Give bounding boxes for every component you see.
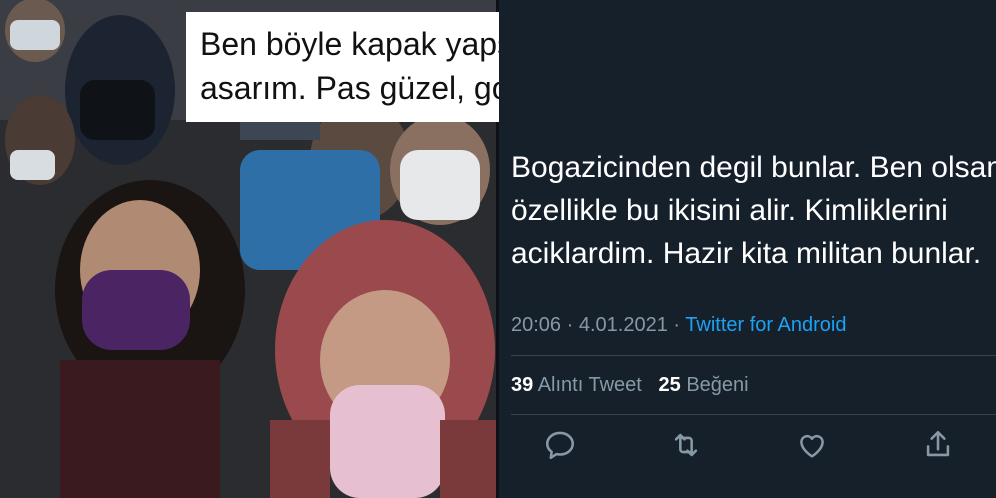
- tweet-meta: 20:06 · 4.01.2021 · Twitter for Android: [511, 314, 846, 337]
- quote-count: 39: [511, 374, 534, 396]
- tweet-panel: Bogazicinden degil bunlar. Ben olsam öze…: [499, 0, 996, 498]
- like-count: 25: [658, 374, 681, 396]
- like-button[interactable]: [795, 428, 829, 462]
- share-icon: [926, 430, 950, 457]
- quote-label: Alıntı Tweet: [537, 374, 642, 396]
- tweet-actions: [543, 428, 983, 468]
- retweet-icon: [674, 433, 698, 457]
- meta-separator: ·: [673, 314, 681, 336]
- divider-line: [511, 414, 996, 415]
- retweet-button[interactable]: [669, 428, 703, 462]
- tweet-date[interactable]: 4.01.2021: [579, 314, 668, 336]
- tweet-text-line: Bogazicinden degil bunlar. Ben olsam: [511, 151, 996, 184]
- divider-line: [511, 355, 996, 356]
- tweet-source-link[interactable]: Twitter for Android: [685, 314, 846, 336]
- likes-stat[interactable]: 25 Beğeni: [659, 374, 749, 396]
- quote-tweets-stat[interactable]: 39 Alıntı Tweet: [511, 374, 647, 396]
- like-label: Beğeni: [686, 374, 749, 396]
- tweet-text-line: aciklardim. Hazir kita militan bunlar.: [511, 237, 982, 270]
- tweet-text-line: özellikle bu ikisini alir. Kimliklerini: [511, 194, 948, 227]
- reply-icon: [545, 431, 575, 460]
- tweet-stats: 39 Alıntı Tweet 25 Beğeni: [511, 374, 749, 397]
- like-icon: [800, 434, 824, 458]
- share-button[interactable]: [921, 428, 955, 462]
- tweet-text: Bogazicinden degil bunlar. Ben olsam öze…: [511, 146, 996, 275]
- meta-separator: ·: [566, 314, 574, 336]
- reply-button[interactable]: [543, 428, 577, 462]
- tweet-time[interactable]: 20:06: [511, 314, 561, 336]
